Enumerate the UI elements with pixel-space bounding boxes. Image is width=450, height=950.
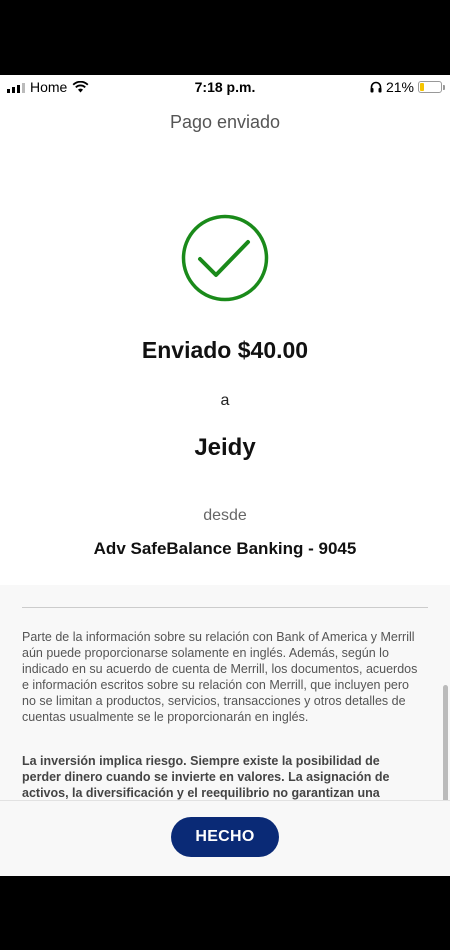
payment-sent-screen: Home 7:18 p.m. 21% Pago enviado Enviado … — [0, 75, 450, 876]
page-title: Pago enviado — [169, 112, 281, 132]
battery-fill — [420, 83, 425, 91]
disclosure-language-text: Parte de la información sobre su relació… — [22, 630, 418, 724]
disclosure-risk-text: La inversión implica riesgo. Siempre exi… — [22, 754, 390, 800]
to-word: a — [220, 392, 230, 409]
from-word: desde — [203, 507, 247, 524]
sent-amount: Enviado $40.00 — [141, 337, 309, 363]
status-bar: Home 7:18 p.m. 21% — [0, 75, 450, 99]
battery-percent: 21% — [385, 79, 414, 95]
recipient-name: Jeidy — [194, 434, 256, 461]
footer: HECHO — [0, 800, 450, 876]
top-bezel — [0, 0, 450, 75]
disclosure-area[interactable]: Parte de la información sobre su relació… — [0, 585, 450, 800]
headphones-icon — [370, 81, 382, 93]
status-right: 21% — [370, 79, 445, 95]
bottom-bezel — [0, 876, 450, 950]
divider — [22, 607, 428, 608]
source-account: Adv SafeBalance Banking - 9045 — [93, 539, 357, 558]
done-button[interactable]: HECHO — [171, 817, 279, 857]
battery-icon — [418, 81, 445, 93]
checkmark-circle-icon — [181, 214, 269, 302]
